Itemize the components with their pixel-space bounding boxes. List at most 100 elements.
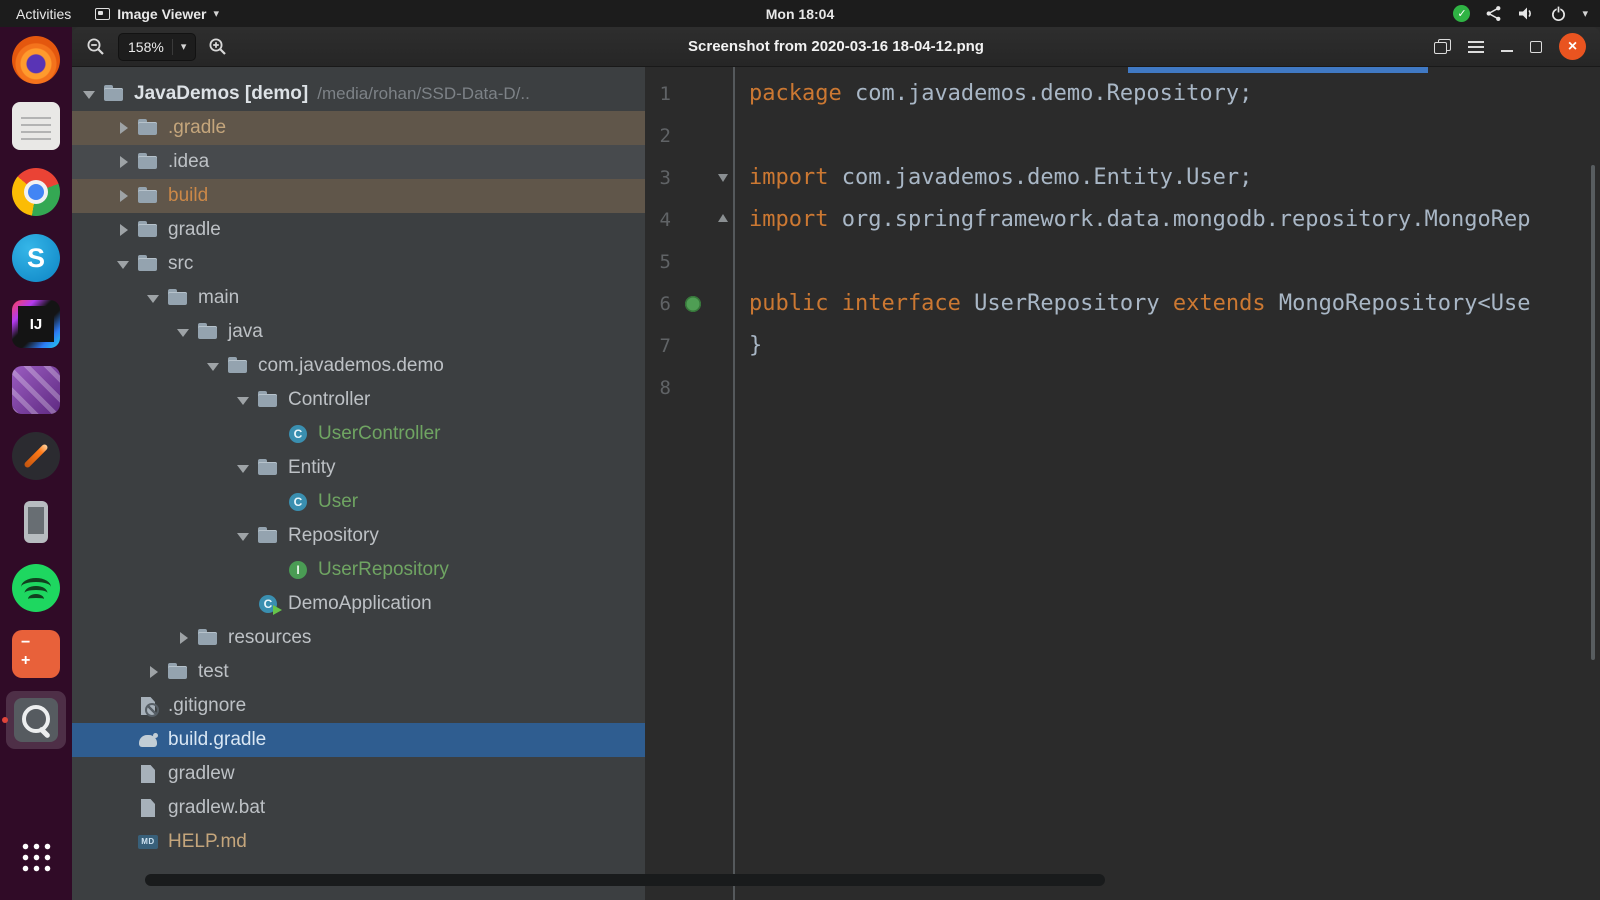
chevron-down-icon[interactable] bbox=[202, 354, 226, 378]
dock-item-image-viewer[interactable] bbox=[0, 687, 72, 753]
class-icon bbox=[286, 490, 310, 514]
app-menu-button[interactable]: Image Viewer ▾ bbox=[95, 6, 219, 22]
activities-button[interactable]: Activities bbox=[10, 6, 77, 22]
chevron-down-icon[interactable]: ▾ bbox=[1582, 7, 1588, 20]
tree-item-label: gradlew bbox=[168, 763, 235, 785]
dock-item-skype[interactable]: S bbox=[0, 225, 72, 291]
menu-icon[interactable] bbox=[1468, 41, 1484, 53]
chevron-down-icon[interactable] bbox=[232, 456, 256, 480]
chevron-down-icon[interactable] bbox=[172, 320, 196, 344]
folder-icon bbox=[166, 286, 190, 310]
line-number: 3 bbox=[649, 157, 671, 199]
tree-item[interactable]: Entity bbox=[72, 451, 645, 485]
tree-item[interactable]: gradlew bbox=[72, 757, 645, 791]
horizontal-scrollbar[interactable] bbox=[145, 874, 1105, 886]
divider bbox=[172, 39, 173, 55]
tree-item[interactable]: User bbox=[72, 485, 645, 519]
dock-item-photos[interactable] bbox=[0, 357, 72, 423]
zoom-out-icon[interactable] bbox=[86, 37, 106, 57]
spring-bean-gutter-icon[interactable] bbox=[685, 296, 701, 312]
close-icon[interactable]: × bbox=[1559, 33, 1586, 60]
dock-item-firefox[interactable] bbox=[0, 27, 72, 93]
code-line: import org.springframework.data.mongodb.… bbox=[749, 199, 1600, 241]
tree-item[interactable]: main bbox=[72, 281, 645, 315]
folder-icon bbox=[136, 116, 160, 140]
dock-item-spotify[interactable] bbox=[0, 555, 72, 621]
code-token: MongoRepository<Use bbox=[1279, 291, 1531, 316]
share-indicator-icon[interactable] bbox=[1485, 5, 1502, 22]
zoom-in-icon[interactable] bbox=[208, 37, 228, 57]
chevron-down-icon[interactable] bbox=[78, 82, 102, 106]
tree-item-label: test bbox=[198, 661, 229, 683]
dock-item-pen-tool[interactable] bbox=[0, 423, 72, 489]
tree-item-label: src bbox=[168, 253, 193, 275]
editor-gutter: 1 2 3 4 5 6 7 8 bbox=[645, 67, 735, 900]
tree-item[interactable]: src bbox=[72, 247, 645, 281]
chevron-spacer bbox=[262, 422, 286, 446]
fold-marker-icon[interactable] bbox=[718, 174, 728, 182]
minimize-icon[interactable] bbox=[1501, 50, 1513, 52]
code-line: } bbox=[749, 325, 1600, 367]
tree-item-label: Controller bbox=[288, 389, 370, 411]
code-token: com.javademos.demo.Entity.User; bbox=[842, 165, 1253, 190]
chevron-down-icon[interactable] bbox=[112, 252, 136, 276]
dock-item-phone[interactable] bbox=[0, 489, 72, 555]
vertical-scrollbar[interactable] bbox=[1591, 165, 1595, 660]
chevron-down-icon[interactable] bbox=[232, 524, 256, 548]
code-token: public interface bbox=[749, 291, 974, 316]
tree-item[interactable]: com.javademos.demo bbox=[72, 349, 645, 383]
dock-item-intellij[interactable]: IJ bbox=[0, 291, 72, 357]
chevron-right-icon[interactable] bbox=[112, 184, 136, 208]
tree-item[interactable]: gradle bbox=[72, 213, 645, 247]
tree-item[interactable]: Repository bbox=[72, 519, 645, 553]
dock-item-package-tool[interactable] bbox=[0, 621, 72, 687]
fold-marker-icon[interactable] bbox=[718, 214, 728, 222]
tree-item[interactable]: .gitignore bbox=[72, 689, 645, 723]
restore-window-icon[interactable] bbox=[1434, 39, 1451, 54]
pen-tool-icon bbox=[12, 432, 60, 480]
volume-icon[interactable] bbox=[1517, 5, 1535, 22]
gutter-row: 2 bbox=[645, 115, 733, 157]
zoom-level-dropdown[interactable]: 158% ▾ bbox=[118, 33, 196, 61]
tree-item[interactable]: gradlew.bat bbox=[72, 791, 645, 825]
tree-root-item[interactable]: JavaDemos [demo] /media/rohan/SSD-Data-D… bbox=[72, 77, 645, 111]
tree-item[interactable]: Controller bbox=[72, 383, 645, 417]
tree-item[interactable]: UserController bbox=[72, 417, 645, 451]
clock[interactable]: Mon 18:04 bbox=[766, 6, 834, 22]
code-token: import bbox=[749, 165, 842, 190]
tree-item[interactable]: .gradle bbox=[72, 111, 645, 145]
dock-item-text-editor[interactable] bbox=[0, 93, 72, 159]
chevron-spacer bbox=[112, 796, 136, 820]
chevron-right-icon[interactable] bbox=[112, 218, 136, 242]
power-icon[interactable] bbox=[1550, 5, 1567, 22]
dock-item-show-applications[interactable] bbox=[0, 824, 72, 890]
chevron-right-icon[interactable] bbox=[142, 660, 166, 684]
update-check-icon[interactable]: ✓ bbox=[1453, 5, 1470, 22]
code-area: package com.javademos.demo.Repository; i… bbox=[735, 67, 1600, 900]
chevron-down-icon[interactable] bbox=[142, 286, 166, 310]
text-editor-icon bbox=[12, 102, 60, 150]
gutter-row: 5 bbox=[645, 241, 733, 283]
dock-item-chrome[interactable] bbox=[0, 159, 72, 225]
tree-item[interactable]: java bbox=[72, 315, 645, 349]
tree-item[interactable]: build bbox=[72, 179, 645, 213]
tree-item[interactable]: HELP.md bbox=[72, 825, 645, 859]
chevron-down-icon[interactable] bbox=[232, 388, 256, 412]
tree-item[interactable]: .idea bbox=[72, 145, 645, 179]
tree-item[interactable]: UserRepository bbox=[72, 553, 645, 587]
chevron-spacer bbox=[232, 592, 256, 616]
tree-item[interactable]: resources bbox=[72, 621, 645, 655]
folder-icon bbox=[136, 184, 160, 208]
code-token: } bbox=[749, 333, 762, 358]
chevron-right-icon[interactable] bbox=[112, 150, 136, 174]
tree-item-label: build.gradle bbox=[168, 729, 266, 751]
gitignore-file-icon bbox=[136, 694, 160, 718]
tree-item-selected[interactable]: build.gradle bbox=[72, 723, 645, 757]
chevron-down-icon: ▾ bbox=[181, 40, 187, 53]
chevron-right-icon[interactable] bbox=[112, 116, 136, 140]
tree-item[interactable]: DemoApplication bbox=[72, 587, 645, 621]
chevron-right-icon[interactable] bbox=[172, 626, 196, 650]
maximize-icon[interactable] bbox=[1530, 41, 1542, 53]
top-bar: Activities Image Viewer ▾ Mon 18:04 ✓ bbox=[0, 0, 1600, 27]
tree-item[interactable]: test bbox=[72, 655, 645, 689]
